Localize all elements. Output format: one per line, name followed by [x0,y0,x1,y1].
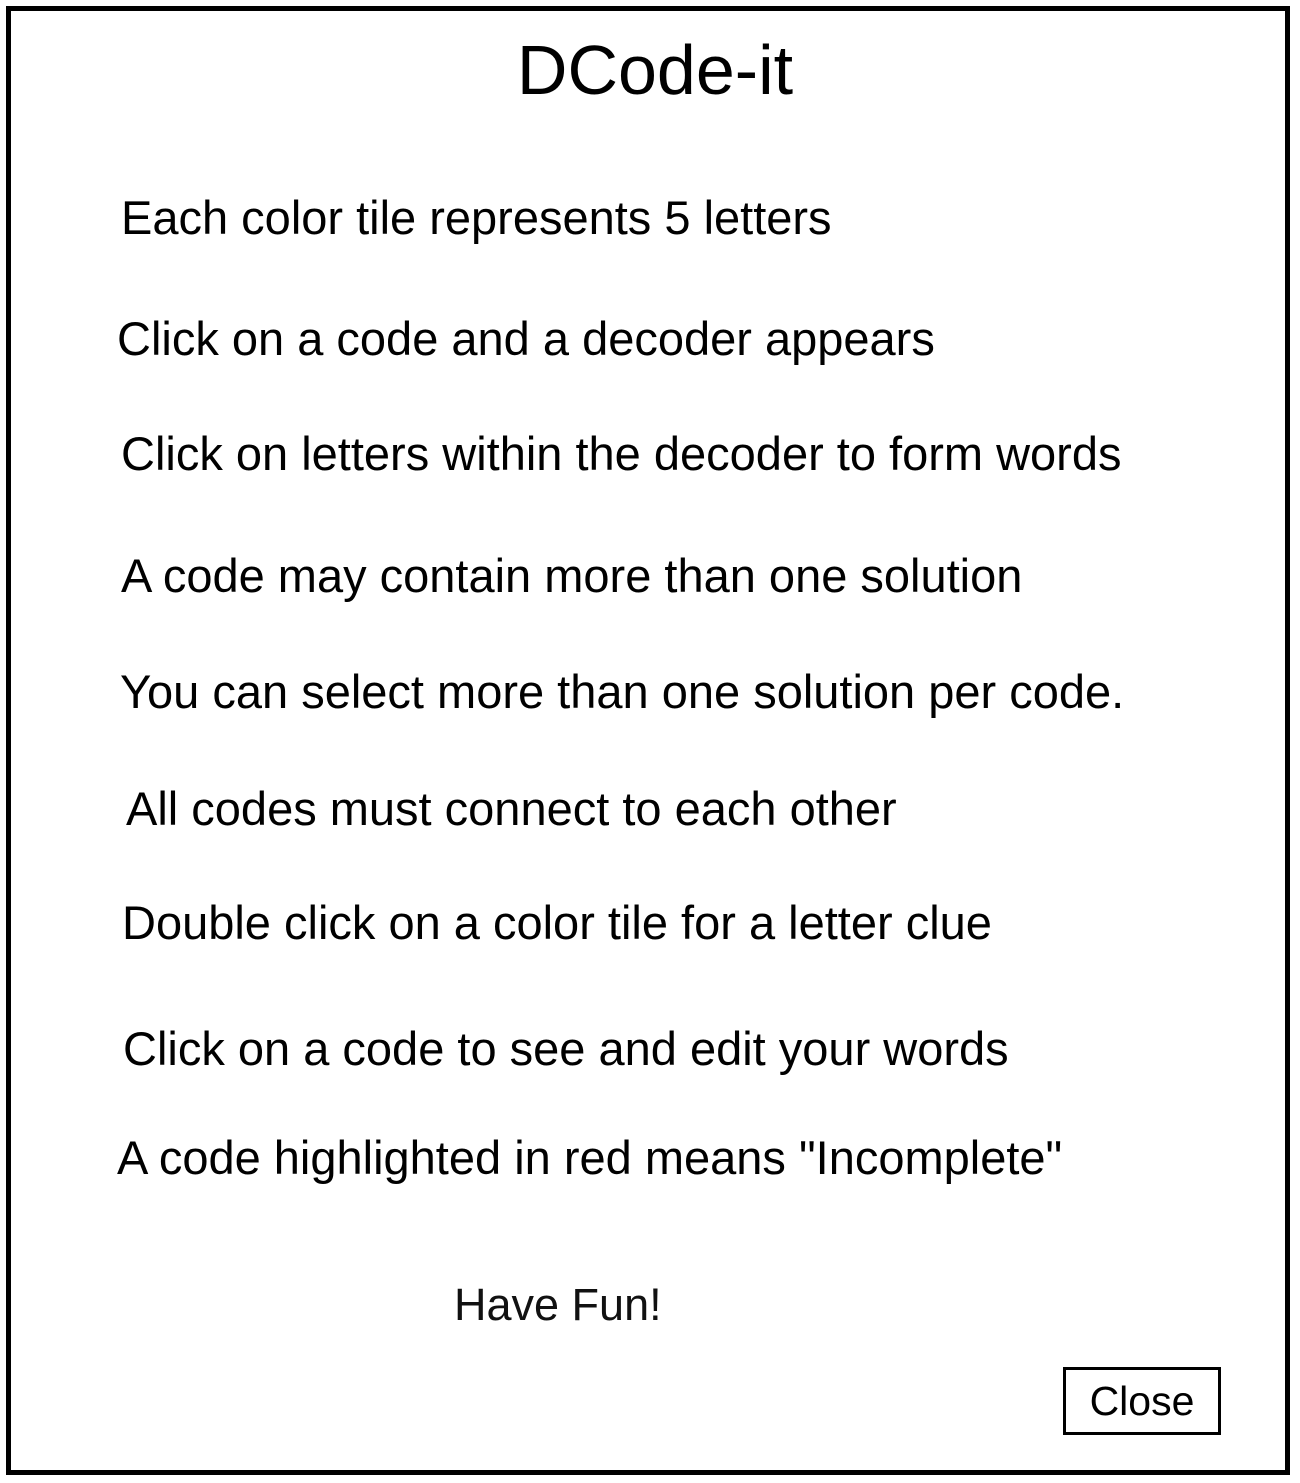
instruction-line: Double click on a color tile for a lette… [122,896,992,949]
instruction-line: A code may contain more than one solutio… [121,549,1023,602]
instruction-line: Click on a code to see and edit your wor… [123,1022,1009,1075]
have-fun-text: Have Fun! [454,1279,662,1330]
instruction-line: You can select more than one solution pe… [120,665,1125,718]
instruction-line: Click on letters within the decoder to f… [121,427,1122,480]
instruction-line: A code highlighted in red means "Incompl… [117,1131,1063,1184]
instruction-line: Each color tile represents 5 letters [121,191,832,244]
close-button[interactable]: Close [1063,1367,1221,1435]
instruction-line: All codes must connect to each other [126,782,897,835]
instruction-line: Click on a code and a decoder appears [117,312,935,365]
dialog-title: DCode-it [516,31,794,109]
